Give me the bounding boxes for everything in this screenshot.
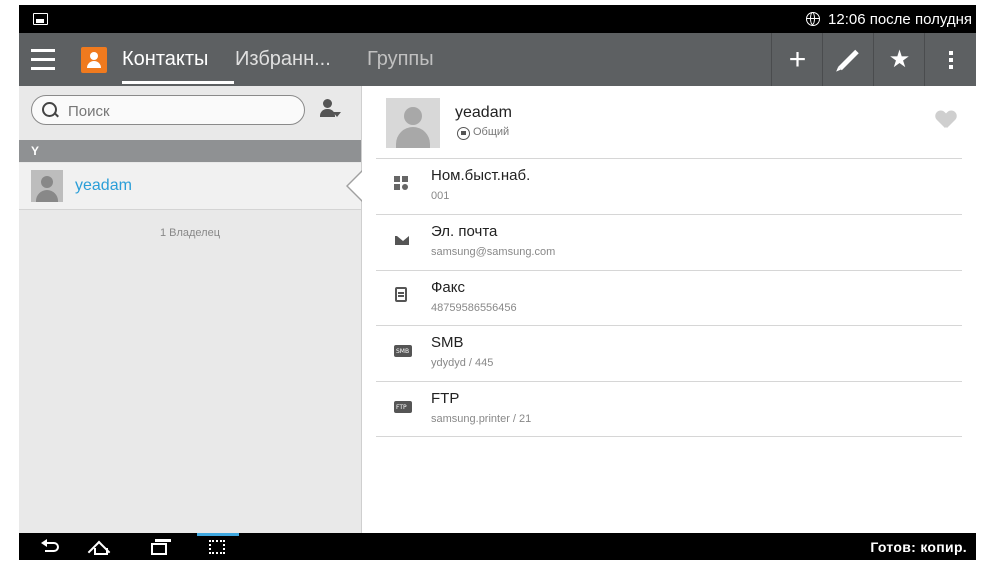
smb-folder-icon: SMB xyxy=(394,345,412,357)
tab-favorites[interactable]: Избранн... xyxy=(235,33,331,86)
field-value: 48759586556456 xyxy=(431,302,517,314)
favorite-button[interactable]: ★ xyxy=(873,33,925,86)
active-highlight xyxy=(197,533,239,536)
back-icon[interactable] xyxy=(41,539,63,555)
overflow-menu-icon xyxy=(949,50,953,69)
owner-count: 1 Владелец xyxy=(159,227,221,239)
tab-favorites-label: Избранн... xyxy=(235,48,331,70)
ftp-icon-text: FTP xyxy=(396,404,407,411)
field-value: samsung@samsung.com xyxy=(431,246,556,258)
screenshot-notification-icon xyxy=(33,13,48,25)
field-speed-dial[interactable]: Ном.быст.наб. 001 xyxy=(376,159,962,214)
speed-dial-icon xyxy=(394,176,412,192)
tab-contacts[interactable]: Контакты xyxy=(122,33,234,86)
divider xyxy=(376,436,962,437)
field-smb[interactable]: SMB SMB ydydyd / 445 xyxy=(376,326,962,381)
shared-label: Общий xyxy=(473,126,510,138)
field-label: Факс xyxy=(431,279,465,296)
contact-filter-icon[interactable] xyxy=(319,99,341,119)
field-label: Ном.быст.наб. xyxy=(431,167,531,184)
selected-indicator xyxy=(346,170,363,202)
globe-icon xyxy=(806,12,821,26)
qr-grid-icon xyxy=(209,540,225,554)
pencil-icon xyxy=(838,49,859,70)
contact-name: yeadam xyxy=(75,177,132,194)
more-options-button[interactable] xyxy=(924,33,976,86)
field-label: SMB xyxy=(431,334,464,351)
contacts-list-panel: Y yeadam 1 Владелец xyxy=(19,86,363,533)
contact-detail-panel: yeadam Общий Ном.быст.наб. 001 Эл. почта… xyxy=(362,86,976,533)
field-label: Эл. почта xyxy=(431,223,498,240)
detail-contact-name: yeadam xyxy=(455,104,512,121)
ftp-folder-icon: FTP xyxy=(394,401,412,413)
active-tab-indicator xyxy=(122,81,234,84)
edit-button[interactable] xyxy=(822,33,874,86)
field-value: 001 xyxy=(431,190,450,202)
field-email[interactable]: Эл. почта samsung@samsung.com xyxy=(376,215,962,270)
field-value: samsung.printer / 21 xyxy=(431,413,532,425)
recent-apps-icon[interactable] xyxy=(151,539,171,555)
field-label: FTP xyxy=(431,390,460,407)
field-fax[interactable]: Факс 48759586556456 xyxy=(376,271,962,326)
menu-icon[interactable] xyxy=(31,49,55,71)
contacts-app-icon xyxy=(81,47,107,73)
search-box[interactable] xyxy=(31,95,305,125)
search-icon xyxy=(42,102,57,117)
quick-menu-icon[interactable] xyxy=(197,533,239,560)
smb-icon-text: SMB xyxy=(396,348,410,355)
field-value: ydydyd / 445 xyxy=(431,357,494,369)
avatar xyxy=(31,170,63,202)
clock: 12:06 после полудня xyxy=(828,10,972,28)
action-bar: Контакты Избранн... Группы + ★ xyxy=(19,33,976,86)
status-bar: 12:06 после полудня xyxy=(19,5,976,33)
tab-contacts-label: Контакты xyxy=(122,48,209,70)
device-screen: 12:06 после полудня Контакты Избранн... … xyxy=(19,5,976,560)
tab-groups[interactable]: Группы xyxy=(367,33,434,86)
email-icon xyxy=(394,232,412,248)
list-item[interactable]: yeadam xyxy=(19,163,363,210)
device-status: Готов: копир. xyxy=(870,539,967,555)
tab-groups-label: Группы xyxy=(367,48,434,70)
field-ftp[interactable]: FTP FTP samsung.printer / 21 xyxy=(376,382,962,437)
fax-icon xyxy=(394,287,412,304)
status-right: 12:06 после полудня xyxy=(806,5,972,33)
contact-avatar xyxy=(386,98,440,148)
search-input[interactable] xyxy=(66,100,290,122)
navigation-bar: Готов: копир. xyxy=(19,533,976,560)
add-contact-button[interactable]: + xyxy=(771,33,823,86)
shared-icon xyxy=(457,127,470,140)
section-header: Y xyxy=(19,140,361,162)
star-icon: ★ xyxy=(888,46,911,73)
plus-icon: + xyxy=(788,42,807,76)
home-icon[interactable] xyxy=(89,539,113,555)
heart-icon[interactable] xyxy=(936,111,956,129)
